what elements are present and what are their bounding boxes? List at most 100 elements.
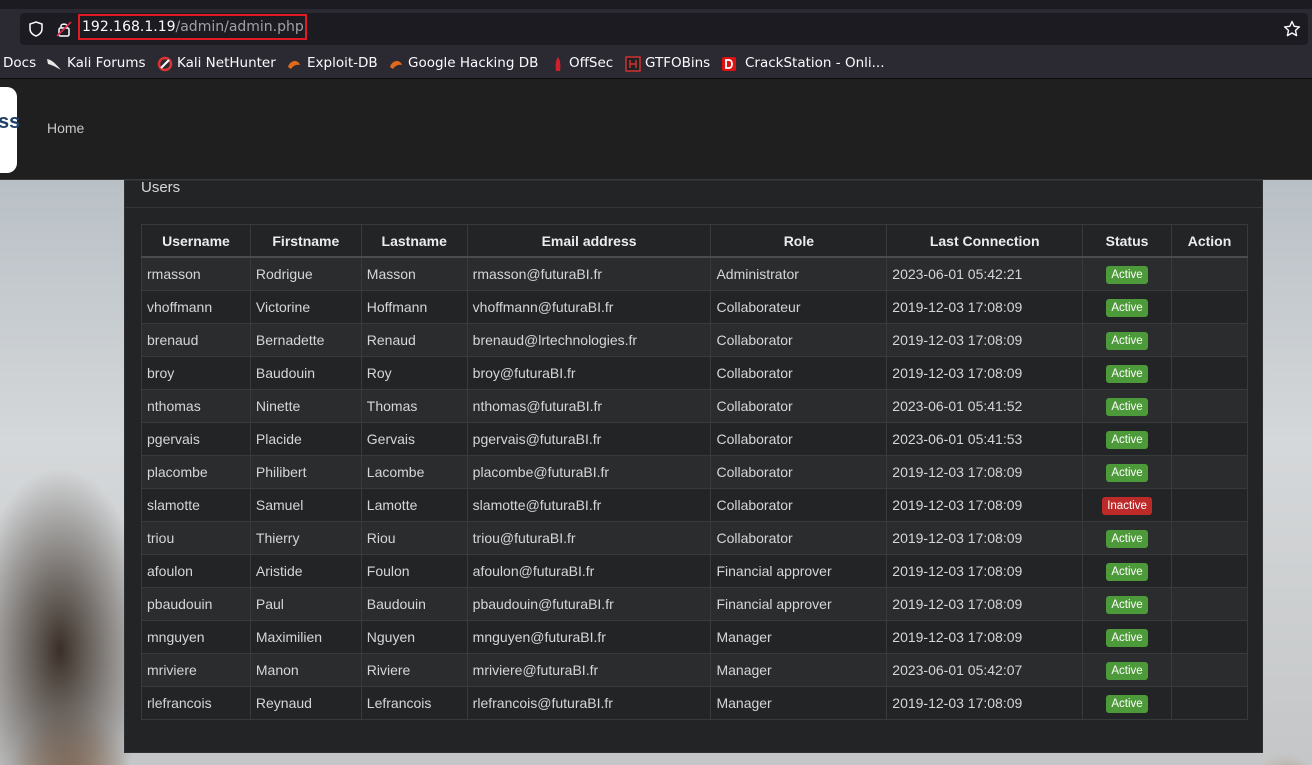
status-badge: Active [1106,661,1148,680]
cell-status: Active [1082,521,1172,555]
header-last-connection[interactable]: Last Connection [886,224,1084,258]
cell-email: slamotte@futuraBI.fr [466,488,712,522]
bookmark-crackstation[interactable]: CrackStation - Onli... [745,55,885,71]
cell-firstname: Aristide [249,554,362,588]
cell-role: Administrator [710,256,888,291]
cell-status: Active [1082,587,1172,621]
cell-username: pgervais [141,422,251,456]
cell-username: pbaudouin [141,587,251,621]
table-row: rmasson Rodrigue Masson rmasson@futuraBI.fr… [141,256,1248,291]
cell-status: Active [1082,323,1172,357]
cell-action [1171,620,1248,654]
bookmark-docs[interactable]: Docs [3,55,36,71]
status-badge: Active [1106,331,1148,350]
cell-username: mnguyen [141,620,251,654]
bookmark-kali-forums[interactable]: Kali Forums [67,55,146,71]
cell-last-connection: 2019-12-03 17:08:09 [886,587,1084,621]
cell-action [1171,686,1248,720]
cell-action [1171,521,1248,555]
cell-status: Active [1082,422,1172,456]
cell-username: broy [141,356,251,390]
logo-text: ss [0,111,21,133]
cell-action [1171,389,1248,423]
header-email[interactable]: Email address [466,224,712,258]
cell-firstname: Philibert [249,455,362,489]
header-status[interactable]: Status [1082,224,1172,258]
table-row: afoulon Aristide Foulon afoulon@futuraBI.fr… [141,554,1248,588]
lock-insecure-icon[interactable] [56,21,72,37]
cell-firstname: Maximilien [249,620,362,654]
status-badge: Active [1106,628,1148,647]
status-badge: Active [1106,430,1148,449]
header-username[interactable]: Username [141,224,251,258]
header-role[interactable]: Role [710,224,888,258]
cell-username: vhoffmann [141,290,251,324]
cell-status: Active [1082,256,1172,291]
cell-last-connection: 2023-06-01 05:42:21 [886,256,1084,291]
site-navbar: ss Home [0,79,1312,180]
site-logo[interactable]: ss [0,87,21,173]
cell-status: Active [1082,356,1172,390]
cell-action [1171,323,1248,357]
url-host: 192.168.1.19 [82,19,176,35]
bookmark-google-hacking-db[interactable]: Google Hacking DB [408,55,538,71]
bookmark-offsec[interactable]: OffSec [569,55,613,71]
header-firstname[interactable]: Firstname [249,224,362,258]
cell-last-connection: 2019-12-03 17:08:09 [886,455,1084,489]
nethunter-icon [157,56,173,72]
table-row: broy Baudouin Roy broy@futuraBI.fr Collabora… [141,356,1248,390]
bookmark-gtfobins[interactable]: GTFOBins [645,55,710,71]
table-row: nthomas Ninette Thomas nthomas@futuraBI.fr C… [141,389,1248,423]
cell-lastname: Masson [360,256,468,291]
cell-email: rlefrancois@futuraBI.fr [466,686,712,720]
header-action[interactable]: Action [1171,224,1248,258]
cell-lastname: Baudouin [360,587,468,621]
cell-status: Inactive [1082,488,1172,522]
cell-lastname: Roy [360,356,468,390]
cell-last-connection: 2019-12-03 17:08:09 [886,356,1084,390]
bookmark-kali-nethunter[interactable]: Kali NetHunter [177,55,276,71]
bookmark-star-icon[interactable] [1283,20,1301,38]
table-row: pbaudouin Paul Baudouin pbaudouin@futuraBI.… [141,587,1248,621]
cell-role: Collaborator [710,455,888,489]
cell-status: Active [1082,455,1172,489]
cell-last-connection: 2023-06-01 05:41:53 [886,422,1084,456]
url-text[interactable]: 192.168.1.19/admin/admin.php [82,19,304,35]
panel-title: Users [141,179,181,196]
bookmark-exploit-db[interactable]: Exploit-DB [307,55,378,71]
cell-last-connection: 2019-12-03 17:08:09 [886,323,1084,357]
browser-toolbar: 192.168.1.19/admin/admin.php [0,0,1312,48]
cell-email: pbaudouin@futuraBI.fr [466,587,712,621]
cell-last-connection: 2019-12-03 17:08:09 [886,290,1084,324]
cell-action [1171,554,1248,588]
cell-role: Collaborator [710,356,888,390]
status-badge: Inactive [1102,496,1152,515]
cell-lastname: Riviere [360,653,468,687]
header-lastname[interactable]: Lastname [360,224,468,258]
cell-email: nthomas@futuraBI.fr [466,389,712,423]
cell-status: Active [1082,653,1172,687]
cell-status: Active [1082,290,1172,324]
table-row: triou Thierry Riou triou@futuraBI.fr Collabo… [141,521,1248,555]
cell-firstname: Rodrigue [249,256,362,291]
cell-email: rmasson@futuraBI.fr [466,256,712,291]
cell-lastname: Renaud [360,323,468,357]
cell-role: Collaborator [710,521,888,555]
cell-action [1171,422,1248,456]
table-row: rlefrancois Reynaud Lefrancois rlefrancois@… [141,686,1248,720]
cell-email: vhoffmann@futuraBI.fr [466,290,712,324]
status-badge: Active [1106,397,1148,416]
nav-home-link[interactable]: Home [47,120,84,136]
cell-last-connection: 2019-12-03 17:08:09 [886,620,1084,654]
cell-lastname: Lamotte [360,488,468,522]
shield-icon[interactable] [28,21,44,37]
cell-username: afoulon [141,554,251,588]
status-badge: Active [1106,265,1148,284]
cell-firstname: Placide [249,422,362,456]
cell-last-connection: 2023-06-01 05:42:07 [886,653,1084,687]
cell-status: Active [1082,554,1172,588]
google-hacking-db-icon [390,61,402,69]
cell-role: Collaborator [710,323,888,357]
status-badge: Active [1106,529,1148,548]
cell-action [1171,653,1248,687]
